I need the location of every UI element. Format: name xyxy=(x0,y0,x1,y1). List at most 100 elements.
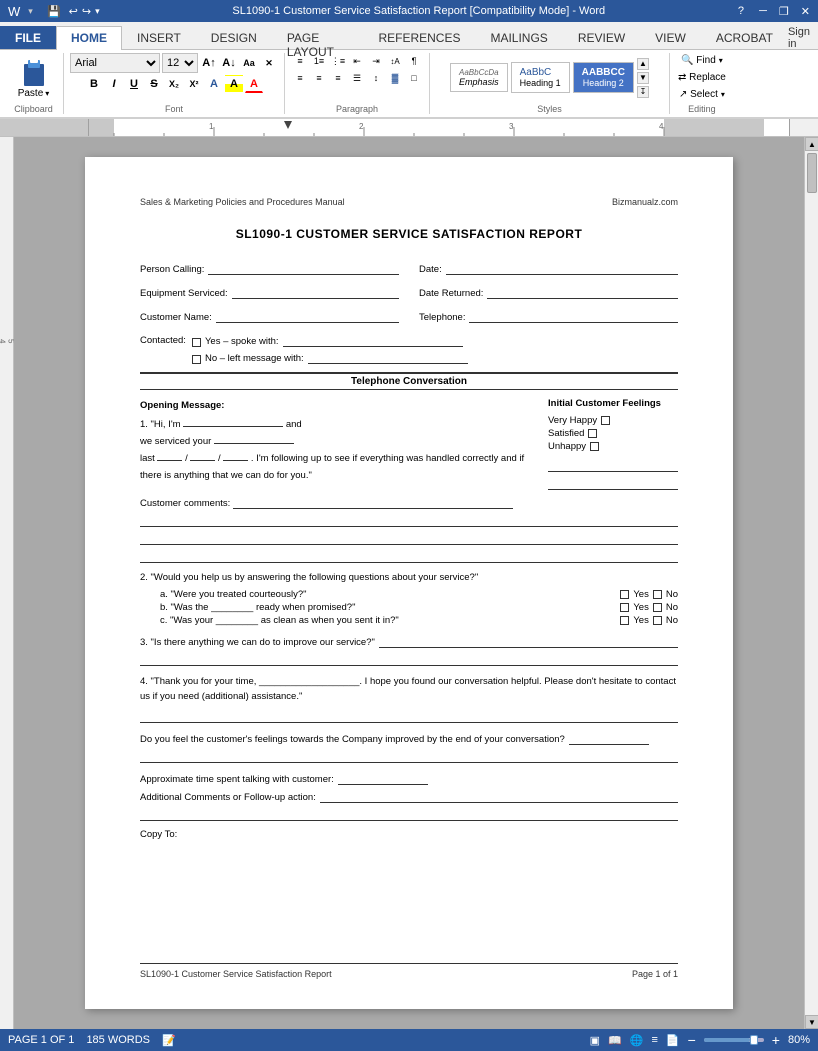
very-happy-checkbox[interactable] xyxy=(601,416,610,425)
tab-mailings[interactable]: MAILINGS xyxy=(475,26,562,49)
q2c-no-check[interactable] xyxy=(653,616,662,625)
q2a-no-check[interactable] xyxy=(653,590,662,599)
feelings-line1[interactable] xyxy=(548,458,678,472)
font-name-select[interactable]: Arial xyxy=(70,53,160,73)
align-center-btn[interactable]: ≡ xyxy=(310,70,328,86)
sort-btn[interactable]: ↕A xyxy=(386,53,404,69)
tab-page-layout[interactable]: PAGE LAYOUT xyxy=(272,26,364,49)
decrease-font-btn[interactable]: A↓ xyxy=(220,54,238,72)
tab-references[interactable]: REFERENCES xyxy=(363,26,475,49)
font-color-btn[interactable]: A xyxy=(245,75,263,93)
strikethrough-btn[interactable]: S xyxy=(145,75,163,93)
show-para-btn[interactable]: ¶ xyxy=(405,53,423,69)
quick-customize[interactable]: ▾ xyxy=(95,6,100,17)
serviced-line[interactable] xyxy=(214,443,294,444)
increase-indent-btn[interactable]: ⇥ xyxy=(367,53,385,69)
approx-time-line[interactable] xyxy=(338,771,428,785)
date-m-line[interactable] xyxy=(157,460,182,461)
yes-line[interactable] xyxy=(283,333,463,347)
styles-more-btn[interactable]: ↧ xyxy=(637,86,649,98)
find-btn[interactable]: 🔍 Find ▾ xyxy=(679,53,725,68)
view-outline-btn[interactable]: ≡ xyxy=(651,1034,657,1046)
tab-home[interactable]: HOME xyxy=(56,26,122,50)
q3-line[interactable] xyxy=(379,634,678,648)
clear-format-btn[interactable]: ✕ xyxy=(260,54,278,72)
comments-line3[interactable] xyxy=(140,531,678,545)
no-checkbox[interactable] xyxy=(192,355,201,364)
decrease-indent-btn[interactable]: ⇤ xyxy=(348,53,366,69)
subscript-btn[interactable]: X₂ xyxy=(165,75,183,93)
close-btn[interactable]: ✕ xyxy=(801,5,810,18)
tab-review[interactable]: REVIEW xyxy=(563,26,640,49)
styles-scroll-up[interactable]: ▲ xyxy=(637,58,649,70)
styles-scroll-down[interactable]: ▼ xyxy=(637,72,649,84)
line-spacing-btn[interactable]: ↕ xyxy=(367,70,385,86)
tab-view[interactable]: VIEW xyxy=(640,26,701,49)
highlight-btn[interactable]: A xyxy=(225,75,243,93)
person-calling-line[interactable] xyxy=(208,261,399,275)
style-emphasis[interactable]: AaBbCcDa Emphasis xyxy=(450,63,508,92)
style-heading2[interactable]: AABBCC Heading 2 xyxy=(573,62,634,93)
bold-btn[interactable]: B xyxy=(85,75,103,93)
shading-btn[interactable]: ▓ xyxy=(386,70,404,86)
numbering-btn[interactable]: 1≡ xyxy=(310,53,328,69)
q4-line[interactable] xyxy=(140,709,678,723)
view-draft-btn[interactable]: 📄 xyxy=(666,1034,680,1047)
scroll-down-btn[interactable]: ▼ xyxy=(805,1015,818,1029)
superscript-btn[interactable]: X² xyxy=(185,75,203,93)
tab-insert[interactable]: INSERT xyxy=(122,26,196,49)
unhappy-checkbox[interactable] xyxy=(590,442,599,451)
increase-font-btn[interactable]: A↑ xyxy=(200,54,218,72)
q2a-yes-check[interactable] xyxy=(620,590,629,599)
align-left-btn[interactable]: ≡ xyxy=(291,70,309,86)
quick-redo[interactable]: ↪ xyxy=(82,5,91,18)
bullets-btn[interactable]: ≡ xyxy=(291,53,309,69)
q2b-no-check[interactable] xyxy=(653,603,662,612)
change-case-btn[interactable]: Aa xyxy=(240,54,258,72)
zoom-level[interactable]: 80% xyxy=(788,1034,810,1046)
replace-btn[interactable]: ⇄ Replace xyxy=(676,70,728,85)
scroll-track[interactable] xyxy=(805,151,818,1015)
tab-design[interactable]: DESIGN xyxy=(196,26,272,49)
quick-save[interactable]: 💾 xyxy=(47,5,61,18)
border-btn[interactable]: □ xyxy=(405,70,423,86)
zoom-minus-btn[interactable]: − xyxy=(688,1033,696,1047)
italic-btn[interactable]: I xyxy=(105,75,123,93)
paste-area[interactable]: Paste ▾ xyxy=(18,56,50,99)
feelings-line2[interactable] xyxy=(548,476,678,490)
no-line[interactable] xyxy=(308,350,468,364)
quick-undo[interactable]: ↩ xyxy=(69,5,78,18)
zoom-thumb[interactable] xyxy=(750,1035,758,1045)
align-right-btn[interactable]: ≡ xyxy=(329,70,347,86)
customer-name-line[interactable] xyxy=(216,309,399,323)
track-changes-icon[interactable]: 📝 xyxy=(162,1034,176,1047)
do-you-feel-line2[interactable] xyxy=(140,749,678,763)
yes-checkbox[interactable] xyxy=(192,338,201,347)
paste-btn[interactable] xyxy=(18,56,50,88)
q3-line2[interactable] xyxy=(140,652,678,666)
comments-line4[interactable] xyxy=(140,549,678,563)
zoom-slider[interactable] xyxy=(704,1038,764,1042)
zoom-plus-btn[interactable]: + xyxy=(772,1033,780,1047)
date-line[interactable] xyxy=(446,261,678,275)
comments-inline-line[interactable] xyxy=(233,508,513,509)
satisfied-checkbox[interactable] xyxy=(588,429,597,438)
restore-btn[interactable]: ❐ xyxy=(779,5,789,18)
justify-btn[interactable]: ☰ xyxy=(348,70,366,86)
date-d-line[interactable] xyxy=(190,460,215,461)
underline-btn[interactable]: U xyxy=(125,75,143,93)
view-normal-btn[interactable]: ▣ xyxy=(590,1034,600,1047)
q2c-yes-check[interactable] xyxy=(620,616,629,625)
do-you-feel-line[interactable] xyxy=(569,731,649,745)
additional-comments-line2[interactable] xyxy=(140,807,678,821)
style-heading1[interactable]: AaBbC Heading 1 xyxy=(511,62,570,93)
date-y-line[interactable] xyxy=(223,460,248,461)
scrollbar-vertical[interactable]: ▲ ▼ xyxy=(804,137,818,1029)
help-icon[interactable]: ? xyxy=(738,5,744,18)
scroll-up-btn[interactable]: ▲ xyxy=(805,137,818,151)
paste-label[interactable]: Paste ▾ xyxy=(18,88,50,99)
name-line[interactable] xyxy=(183,426,283,427)
font-size-select[interactable]: 12 xyxy=(162,53,198,73)
tab-file[interactable]: FILE xyxy=(0,26,56,49)
date-returned-line[interactable] xyxy=(487,285,678,299)
